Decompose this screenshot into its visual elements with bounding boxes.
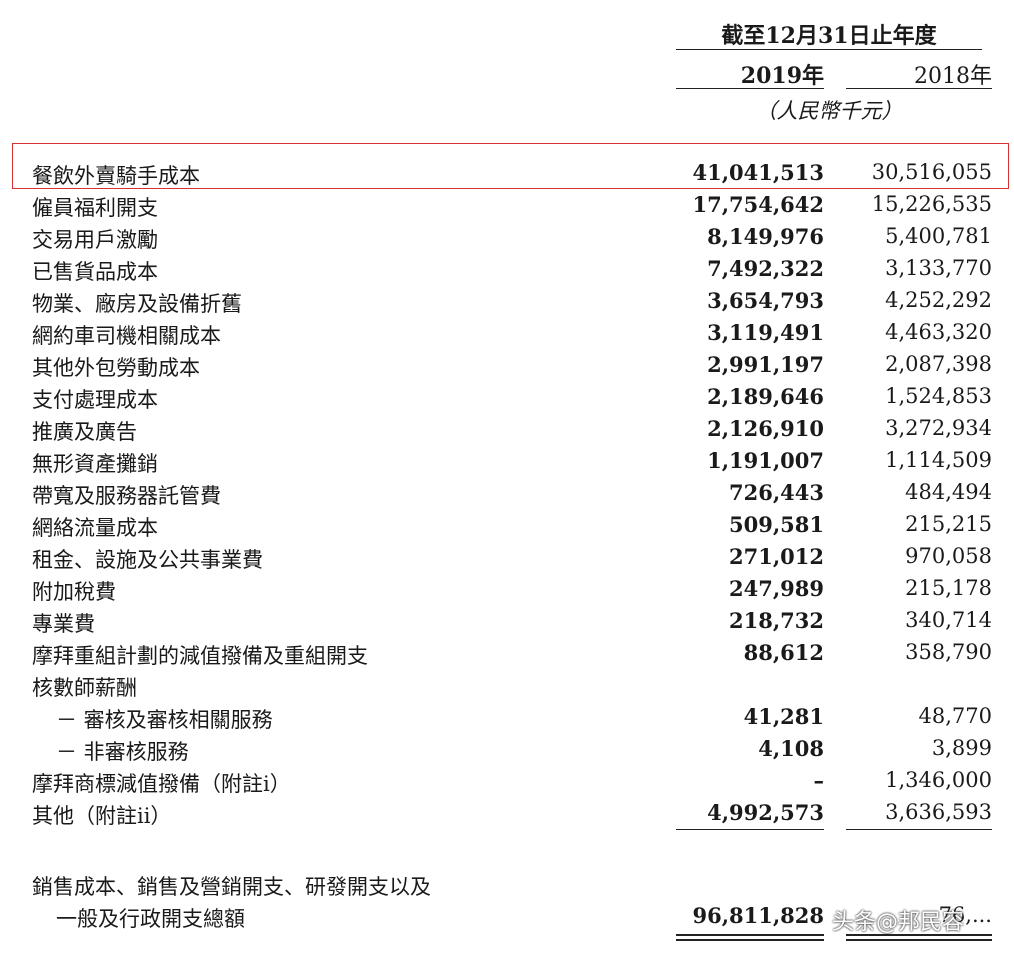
row-value-2018: 1,524,853: [885, 384, 992, 408]
row-value-2018: 3,899: [931, 736, 992, 760]
row-value-2019: 2,189,646: [707, 384, 824, 409]
row-value-2018: 215,178: [905, 576, 992, 600]
row-value-2018: 3,272,934: [885, 416, 992, 440]
table-row: 帶寬及服務器託管費 726,443 484,494: [0, 478, 1014, 510]
row-label: 無形資產攤銷: [32, 452, 158, 476]
total-value-2019: 96,811,828: [692, 903, 824, 928]
row-value-2019: 3,119,491: [707, 320, 824, 345]
row-value-2019: 271,012: [729, 544, 824, 569]
row-value-2018: 15,226,535: [871, 192, 992, 216]
row-value-2019: 7,492,322: [707, 256, 824, 281]
header-rule: [676, 49, 982, 50]
row-label: 摩拜重組計劃的減值撥備及重組開支: [32, 644, 368, 668]
row-value-2019: 8,149,976: [707, 224, 824, 249]
row-value-2019: 218,732: [729, 608, 824, 633]
table-row: 推廣及廣告 2,126,910 3,272,934: [0, 414, 1014, 446]
row-label: － 審核及審核相關服務: [56, 708, 273, 732]
row-label: 其他（附註ii）: [32, 804, 172, 828]
row-value-2018: 4,463,320: [885, 320, 992, 344]
row-value-2018: 4,252,292: [885, 288, 992, 312]
row-value-2018: 5,400,781: [885, 224, 992, 248]
total-double-rule-2019-a: [676, 934, 824, 936]
row-value-2019: 17,754,642: [692, 192, 824, 217]
table-row: 摩拜重組計劃的減值撥備及重組開支 88,612 358,790: [0, 638, 1014, 670]
table-row: 支付處理成本 2,189,646 1,524,853: [0, 382, 1014, 414]
row-label: 網絡流量成本: [32, 516, 158, 540]
row-label: 網約車司機相關成本: [32, 324, 221, 348]
table-row: 網約車司機相關成本 3,119,491 4,463,320: [0, 318, 1014, 350]
row-value-2019: 4,992,573: [707, 800, 824, 825]
row-label: 核數師薪酬: [32, 676, 137, 700]
row-value-2019: 41,281: [743, 704, 824, 729]
column-header-2018: 2018年: [914, 64, 992, 89]
table-row: 租金、設施及公共事業費 271,012 970,058: [0, 542, 1014, 574]
row-value-2018: 970,058: [905, 544, 992, 568]
row-label: 附加稅費: [32, 580, 116, 604]
row-label: 專業費: [32, 612, 95, 636]
table-row: 餐飲外賣騎手成本 41,041,513 30,516,055: [0, 158, 1014, 190]
row-value-2018: 215,215: [905, 512, 992, 536]
table-row: 無形資產攤銷 1,191,007 1,114,509: [0, 446, 1014, 478]
row-value-2019: –: [813, 768, 825, 793]
row-label: 僱員福利開支: [32, 196, 158, 220]
row-value-2019: 41,041,513: [692, 160, 824, 185]
table-row: 其他外包勞動成本 2,991,197 2,087,398: [0, 350, 1014, 382]
row-value-2019: 2,991,197: [707, 352, 824, 377]
table-row: 交易用戶激勵 8,149,976 5,400,781: [0, 222, 1014, 254]
column-header-period: 截至12月31日止年度: [721, 23, 937, 49]
row-value-2018: 1,114,509: [885, 448, 992, 472]
row-value-2019: 247,989: [729, 576, 824, 601]
row-value-2019: 3,654,793: [707, 288, 824, 313]
table-row: 物業、廠房及設備折舊 3,654,793 4,252,292: [0, 286, 1014, 318]
row-value-2018: 1,346,000: [885, 768, 992, 792]
table-row: 摩拜商標減值撥備（附註i） – 1,346,000: [0, 766, 1014, 798]
total-double-rule-2018-b: [846, 939, 992, 941]
row-value-2018: 340,714: [905, 608, 992, 632]
row-value-2019: 2,126,910: [707, 416, 824, 441]
header-rule-2018: [846, 88, 992, 89]
row-label: 租金、設施及公共事業費: [32, 548, 263, 572]
row-value-2018: 3,636,593: [885, 800, 992, 824]
row-value-2019: 509,581: [729, 512, 824, 537]
subtotal-rule-2018: [846, 829, 992, 830]
row-value-2019: 4,108: [758, 736, 824, 761]
row-label: 支付處理成本: [32, 388, 158, 412]
table-row: － 非審核服務 4,108 3,899: [0, 734, 1014, 766]
header-rule-2019: [676, 88, 824, 89]
table-row: 其他（附註ii） 4,992,573 3,636,593: [0, 798, 1014, 830]
column-header-2019: 2019年: [740, 63, 824, 89]
subtotal-rule-2019: [676, 829, 824, 830]
row-label: 餐飲外賣騎手成本: [32, 164, 200, 188]
row-value-2019: 1,191,007: [707, 448, 824, 473]
row-label: 其他外包勞動成本: [32, 356, 200, 380]
row-label: 推廣及廣告: [32, 420, 137, 444]
row-label: － 非審核服務: [56, 740, 189, 764]
row-value-2018: 2,087,398: [885, 352, 992, 376]
row-value-2019: 726,443: [729, 480, 824, 505]
table-row: 網絡流量成本 509,581 215,215: [0, 510, 1014, 542]
total-label-line1: 銷售成本、銷售及營銷開支、研發開支以及: [32, 875, 431, 899]
row-value-2018: 358,790: [905, 640, 992, 664]
expense-table: 餐飲外賣騎手成本 41,041,513 30,516,055 僱員福利開支 17,754…: [0, 158, 1014, 830]
watermark: 头条@邦民容: [832, 910, 965, 935]
unit-label: （人民幣千元）: [755, 99, 903, 123]
table-row: 附加稅費 247,989 215,178: [0, 574, 1014, 606]
row-label: 交易用戶激勵: [32, 228, 158, 252]
table-row: － 審核及審核相關服務 41,281 48,770: [0, 702, 1014, 734]
table-row: 僱員福利開支 17,754,642 15,226,535: [0, 190, 1014, 222]
row-value-2018: 30,516,055: [871, 160, 992, 184]
row-value-2018: 3,133,770: [885, 256, 992, 280]
row-value-2018: 484,494: [905, 480, 992, 504]
row-value-2018: 48,770: [918, 704, 992, 728]
table-row: 核數師薪酬: [0, 670, 1014, 702]
row-label: 帶寬及服務器託管費: [32, 484, 221, 508]
row-label: 物業、廠房及設備折舊: [32, 292, 242, 316]
row-label: 摩拜商標減值撥備（附註i）: [32, 772, 291, 796]
table-row: 專業費 218,732 340,714: [0, 606, 1014, 638]
row-label: 已售貨品成本: [32, 260, 158, 284]
total-double-rule-2019-b: [676, 939, 824, 941]
row-value-2019: 88,612: [743, 640, 824, 665]
table-row: 已售貨品成本 7,492,322 3,133,770: [0, 254, 1014, 286]
total-label-line2: 一般及行政開支總額: [56, 907, 245, 931]
